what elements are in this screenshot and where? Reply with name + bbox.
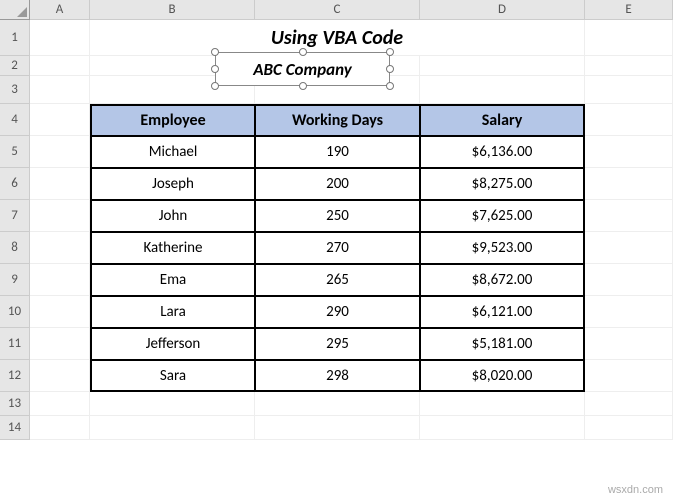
- row-header-11[interactable]: 11: [0, 328, 30, 360]
- table-row[interactable]: $8,020.00: [420, 360, 585, 392]
- cell-b13[interactable]: [90, 392, 255, 416]
- header-salary[interactable]: Salary: [420, 104, 585, 136]
- col-header-e[interactable]: E: [585, 0, 673, 20]
- row-header-14[interactable]: 14: [0, 416, 30, 440]
- cell-e9[interactable]: [585, 264, 673, 296]
- col-header-b[interactable]: B: [90, 0, 255, 20]
- cell-e6[interactable]: [585, 168, 673, 200]
- row-header-3[interactable]: 3: [0, 76, 30, 104]
- cell-c13[interactable]: [255, 392, 420, 416]
- row-header-6[interactable]: 6: [0, 168, 30, 200]
- col-header-d[interactable]: D: [420, 0, 585, 20]
- row-header-12[interactable]: 12: [0, 360, 30, 392]
- table-row[interactable]: 298: [255, 360, 420, 392]
- cell-a14[interactable]: [30, 416, 90, 440]
- cell-d14[interactable]: [420, 416, 585, 440]
- header-working-days[interactable]: Working Days: [255, 104, 420, 136]
- cell-b14[interactable]: [90, 416, 255, 440]
- cell-e4[interactable]: [585, 104, 673, 136]
- table-row[interactable]: 295: [255, 328, 420, 360]
- header-employee[interactable]: Employee: [90, 104, 255, 136]
- table-row[interactable]: $9,523.00: [420, 232, 585, 264]
- resize-handle-bl[interactable]: [211, 82, 219, 90]
- cell-a2[interactable]: [30, 56, 90, 76]
- row-header-7[interactable]: 7: [0, 200, 30, 232]
- cell-a1[interactable]: [30, 20, 90, 56]
- resize-handle-tl[interactable]: [211, 48, 219, 56]
- row-header-5[interactable]: 5: [0, 136, 30, 168]
- cell-a11[interactable]: [30, 328, 90, 360]
- cell-e12[interactable]: [585, 360, 673, 392]
- table-row[interactable]: 270: [255, 232, 420, 264]
- resize-handle-mr[interactable]: [386, 65, 394, 73]
- table-row[interactable]: Sara: [90, 360, 255, 392]
- table-row[interactable]: $6,136.00: [420, 136, 585, 168]
- title-cell[interactable]: Using VBA Code: [90, 20, 585, 56]
- row-header-2[interactable]: 2: [0, 56, 30, 76]
- table-row[interactable]: 265: [255, 264, 420, 296]
- table-row[interactable]: $7,625.00: [420, 200, 585, 232]
- selected-textbox[interactable]: ABC Company: [215, 52, 390, 86]
- table-row[interactable]: 250: [255, 200, 420, 232]
- row-header-13[interactable]: 13: [0, 392, 30, 416]
- cell-a6[interactable]: [30, 168, 90, 200]
- table-row[interactable]: Lara: [90, 296, 255, 328]
- cell-c14[interactable]: [255, 416, 420, 440]
- cell-e10[interactable]: [585, 296, 673, 328]
- cell-d13[interactable]: [420, 392, 585, 416]
- cell-a3[interactable]: [30, 76, 90, 104]
- table-row[interactable]: John: [90, 200, 255, 232]
- table-row[interactable]: Ema: [90, 264, 255, 296]
- row-header-8[interactable]: 8: [0, 232, 30, 264]
- table-row[interactable]: $5,181.00: [420, 328, 585, 360]
- table-row[interactable]: Katherine: [90, 232, 255, 264]
- table-row[interactable]: Michael: [90, 136, 255, 168]
- col-header-a[interactable]: A: [30, 0, 90, 20]
- cell-d2[interactable]: [420, 56, 585, 76]
- cell-e3[interactable]: [585, 76, 673, 104]
- table-row[interactable]: $8,672.00: [420, 264, 585, 296]
- resize-handle-tr[interactable]: [386, 48, 394, 56]
- table-row[interactable]: 190: [255, 136, 420, 168]
- resize-handle-tm[interactable]: [299, 48, 307, 56]
- cell-a12[interactable]: [30, 360, 90, 392]
- cell-e11[interactable]: [585, 328, 673, 360]
- cell-a10[interactable]: [30, 296, 90, 328]
- cell-d3[interactable]: [420, 76, 585, 104]
- cell-e1[interactable]: [585, 20, 673, 56]
- cell-e7[interactable]: [585, 200, 673, 232]
- table-row[interactable]: 290: [255, 296, 420, 328]
- cell-a5[interactable]: [30, 136, 90, 168]
- resize-handle-br[interactable]: [386, 82, 394, 90]
- cell-a7[interactable]: [30, 200, 90, 232]
- row-header-10[interactable]: 10: [0, 296, 30, 328]
- cell-a8[interactable]: [30, 232, 90, 264]
- table-row[interactable]: $8,275.00: [420, 168, 585, 200]
- textbox-text: ABC Company: [253, 59, 352, 80]
- watermark: wsxdn.com: [608, 484, 663, 496]
- resize-handle-bm[interactable]: [299, 82, 307, 90]
- cell-e14[interactable]: [585, 416, 673, 440]
- cell-e8[interactable]: [585, 232, 673, 264]
- cell-a13[interactable]: [30, 392, 90, 416]
- table-row[interactable]: $6,121.00: [420, 296, 585, 328]
- row-header-9[interactable]: 9: [0, 264, 30, 296]
- table-row[interactable]: Joseph: [90, 168, 255, 200]
- cell-e5[interactable]: [585, 136, 673, 168]
- cell-e13[interactable]: [585, 392, 673, 416]
- cell-e2[interactable]: [585, 56, 673, 76]
- select-all-corner[interactable]: [0, 0, 30, 20]
- cell-a9[interactable]: [30, 264, 90, 296]
- table-row[interactable]: Jefferson: [90, 328, 255, 360]
- table-row[interactable]: 200: [255, 168, 420, 200]
- col-header-c[interactable]: C: [255, 0, 420, 20]
- row-header-1[interactable]: 1: [0, 20, 30, 56]
- resize-handle-ml[interactable]: [211, 65, 219, 73]
- cell-a4[interactable]: [30, 104, 90, 136]
- row-header-4[interactable]: 4: [0, 104, 30, 136]
